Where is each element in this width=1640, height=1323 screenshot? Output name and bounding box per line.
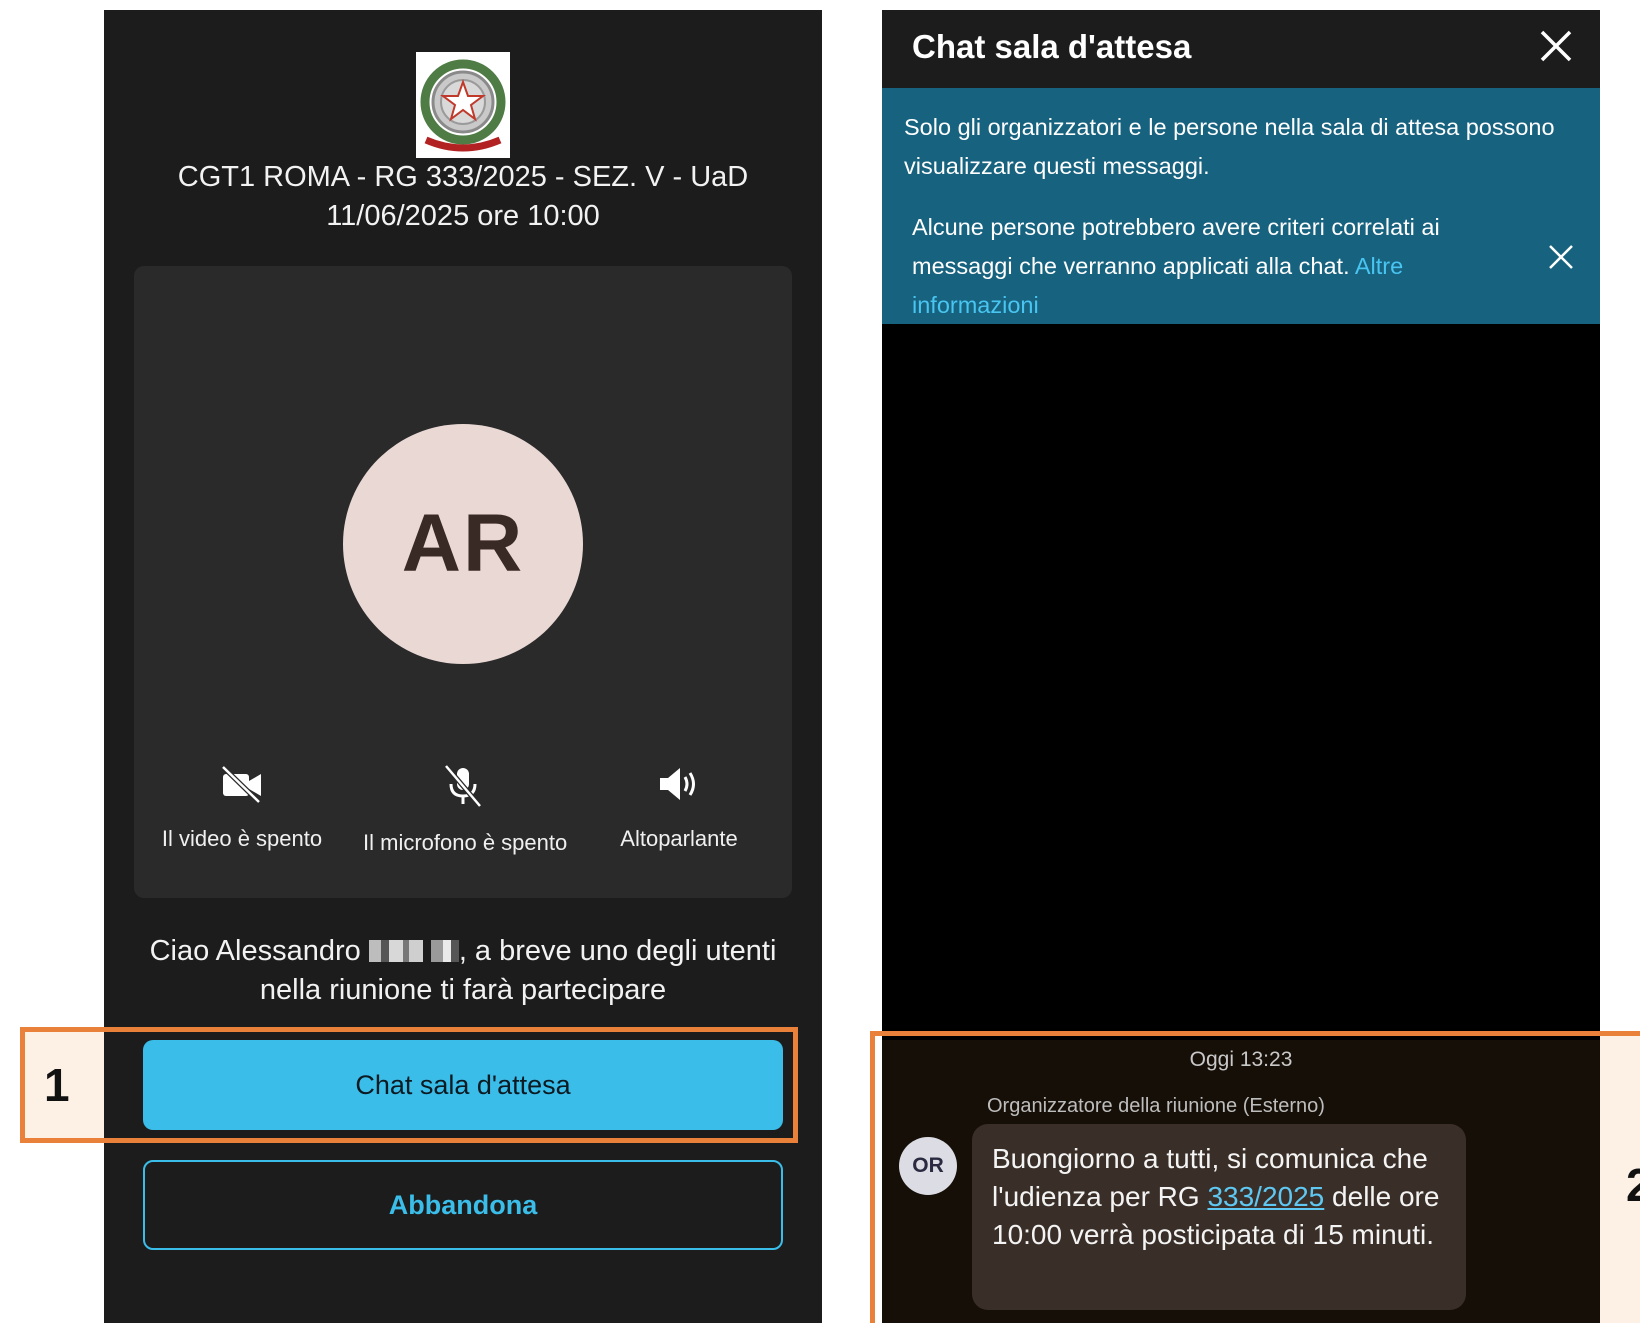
highlight-box-1: [20, 1027, 798, 1143]
close-icon[interactable]: [1536, 26, 1576, 66]
meeting-title: CGT1 ROMA - RG 333/2025 - SEZ. V - UaD 1…: [177, 161, 749, 232]
video-off-icon: [221, 765, 261, 804]
speaker-label: Altoparlante: [620, 826, 738, 851]
video-status-label: Il video è spento: [161, 826, 323, 851]
mic-toggle-button[interactable]: Il microfono è spento: [363, 764, 568, 856]
video-toggle-button[interactable]: Il video è spento: [142, 764, 342, 852]
welcome-greeting: Ciao Alessandro: [149, 935, 361, 967]
chat-info-banner: Solo gli organizzatori e le persone nell…: [882, 88, 1600, 324]
dismiss-banner-icon[interactable]: [1546, 242, 1576, 272]
mic-off-icon: [444, 764, 482, 808]
policy-notice: Alcune persone potrebbero avere criteri …: [912, 208, 1532, 325]
welcome-message: Ciao Alessandro , a breve uno degli uten…: [134, 932, 792, 1010]
republic-emblem-logo: [416, 52, 510, 158]
self-preview-card: AR Il video è spento Il microfono è spen…: [134, 266, 792, 898]
highlight-label-1: 1: [44, 1059, 70, 1111]
redacted-surname: [368, 940, 459, 962]
stage: CGT1 ROMA - RG 333/2025 - SEZ. V - UaD 1…: [0, 0, 1640, 1323]
chat-title: Chat sala d'attesa: [912, 28, 1192, 65]
speaker-toggle-button[interactable]: Altoparlante: [579, 764, 779, 852]
highlight-label-2: 2: [1626, 1159, 1640, 1211]
visibility-notice: Solo gli organizzatori e le persone nell…: [904, 114, 1555, 179]
mic-status-label: Il microfono è spento: [363, 830, 568, 855]
leave-button[interactable]: Abbandona: [143, 1160, 783, 1250]
highlight-box-2: [870, 1031, 1640, 1323]
chat-header: Chat sala d'attesa: [882, 10, 1600, 88]
speaker-icon: [660, 768, 695, 800]
user-avatar: AR: [343, 424, 583, 664]
